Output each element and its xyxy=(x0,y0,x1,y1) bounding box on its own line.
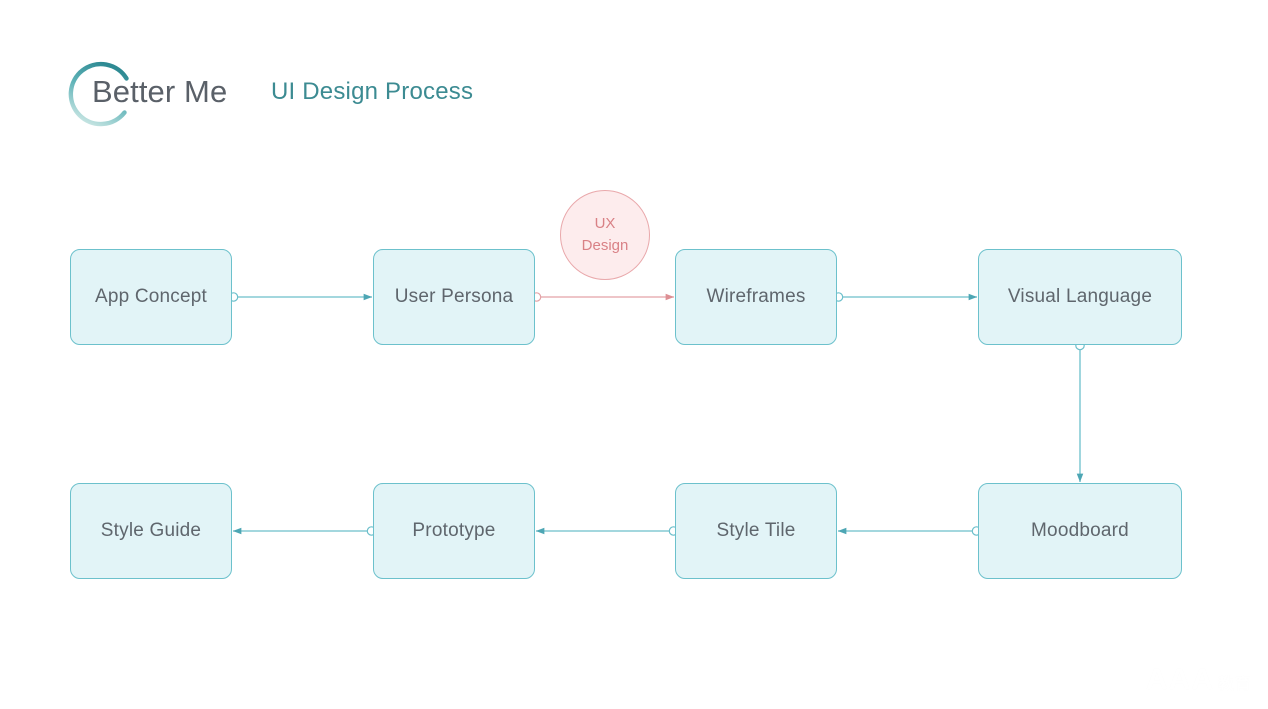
watermark-text: AAA xyxy=(1145,663,1214,696)
node-prototype[interactable]: Prototype xyxy=(373,483,535,579)
node-label: Wireframes xyxy=(706,286,806,307)
connector-app-concept-to-user-persona xyxy=(228,292,373,302)
node-moodboard[interactable]: Moodboard xyxy=(978,483,1182,579)
connector-prototype-to-style-guide xyxy=(232,526,377,536)
node-visual-language[interactable]: Visual Language xyxy=(978,249,1182,345)
node-style-guide[interactable]: Style Guide xyxy=(70,483,232,579)
slide-canvas: Better Me UI Design Process App Concept … xyxy=(0,0,1268,709)
connector-moodboard-to-style-tile xyxy=(837,526,982,536)
node-label: Moodboard xyxy=(1031,520,1129,541)
node-label: Prototype xyxy=(412,520,496,541)
connector-style-tile-to-prototype xyxy=(535,526,679,536)
node-label-line1: UX xyxy=(594,215,616,233)
node-user-persona[interactable]: User Persona xyxy=(373,249,535,345)
connector-visual-language-to-moodboard xyxy=(1075,340,1085,483)
node-label-line2: Design xyxy=(581,237,629,254)
node-label: User Persona xyxy=(394,286,514,307)
connector-user-persona-to-wireframes xyxy=(531,292,675,302)
node-label: App Concept xyxy=(94,286,208,307)
node-wireframes[interactable]: Wireframes xyxy=(675,249,837,345)
diagram-connectors xyxy=(228,292,1085,536)
node-label: Style Tile xyxy=(716,520,796,541)
watermark: AAA 教育 xyxy=(1146,663,1252,697)
node-app-concept[interactable]: App Concept xyxy=(70,249,232,345)
node-label: Visual Language xyxy=(1007,286,1153,307)
connector-wireframes-to-visual-language xyxy=(833,292,978,302)
watermark-subtext: 教育 xyxy=(1217,676,1252,693)
node-ux-design[interactable]: UX Design xyxy=(560,190,650,280)
process-flow-diagram: App Concept User Persona Wireframes Visu… xyxy=(0,0,1268,709)
node-label: Style Guide xyxy=(100,520,202,541)
node-style-tile[interactable]: Style Tile xyxy=(675,483,837,579)
